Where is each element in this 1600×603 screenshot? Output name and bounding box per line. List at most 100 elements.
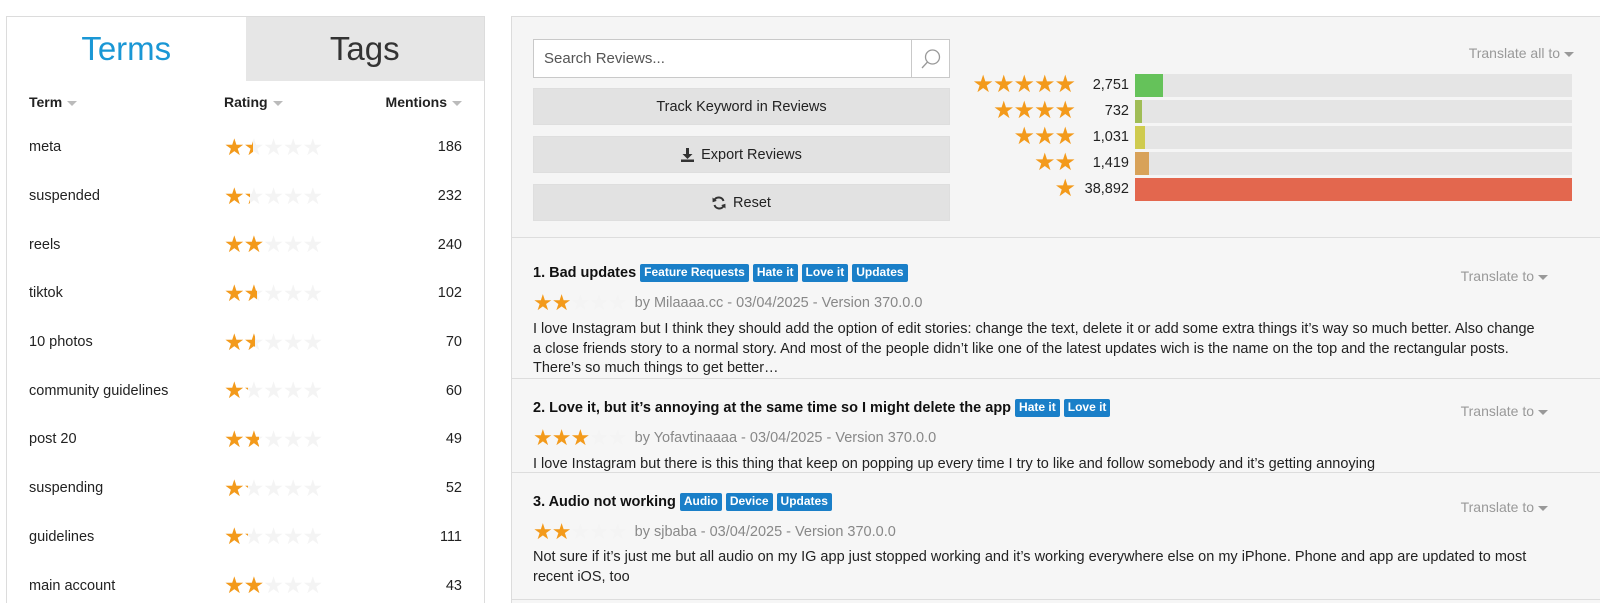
review-title: 2. Love it, but it’s annoying at the sam… bbox=[533, 399, 1012, 416]
review-tag[interactable]: Feature Requests bbox=[640, 264, 749, 282]
review-tag[interactable]: Hate it bbox=[1015, 399, 1060, 417]
tab-tags[interactable]: Tags bbox=[245, 17, 484, 81]
term-name: tiktok bbox=[29, 285, 63, 302]
search-input[interactable] bbox=[534, 40, 911, 77]
search-icon bbox=[921, 48, 940, 68]
review-item: 1. Bad updates Feature Requests Hate it Lov… bbox=[512, 238, 1600, 379]
rating-stars-icon: ★★★★★★★★★★ bbox=[224, 572, 323, 599]
term-row[interactable]: 10 photos ★★★★★★★★★★ 70 bbox=[7, 318, 484, 367]
translate-dropdown[interactable]: Translate to bbox=[1461, 403, 1548, 419]
term-row[interactable]: community guidelines ★★★★★★★★★★ 60 bbox=[7, 366, 484, 415]
translate-dropdown[interactable]: Translate to bbox=[1461, 268, 1548, 284]
term-rating: ★★★★★★★★★★ bbox=[224, 233, 364, 256]
term-name: guidelines bbox=[29, 528, 95, 545]
translate-label: Translate to bbox=[1460, 268, 1534, 284]
term-mentions: 102 bbox=[437, 285, 462, 302]
distribution-bar-fill bbox=[1135, 151, 1150, 175]
translate-all-dropdown[interactable]: Translate all to bbox=[1469, 45, 1574, 61]
rating-stars-icon: ★★★★★★★★★★ bbox=[224, 425, 323, 452]
review-tag[interactable]: Updates bbox=[852, 264, 908, 282]
reviews-controls: Track Keyword in Reviews Export Reviews bbox=[512, 17, 1600, 238]
term-row[interactable]: reels ★★★★★★★★★★ 240 bbox=[7, 220, 484, 269]
track-keyword-button[interactable]: Track Keyword in Reviews bbox=[533, 88, 950, 125]
review-author-date: by sjbaba - 03/04/2025 - Version 370.0.0 bbox=[634, 524, 896, 540]
term-rating: ★★★★★★★★★★ bbox=[224, 330, 364, 354]
rating-stars-icon: ★★★★★★★★★★ bbox=[224, 377, 323, 404]
term-row[interactable]: suspending ★★★★★★★★★★ 52 bbox=[7, 464, 484, 513]
distribution-count: 38,892 bbox=[1084, 181, 1129, 197]
rating-stars-icon: ★★★★★★★★★★ bbox=[224, 231, 323, 258]
chevron-down-icon bbox=[1538, 274, 1548, 280]
translate-dropdown[interactable]: Translate to bbox=[1461, 499, 1548, 515]
review-tag[interactable]: Audio bbox=[679, 493, 722, 511]
reset-button[interactable]: Reset bbox=[533, 184, 950, 221]
term-row[interactable]: tiktok ★★★★★★★★★★ 102 bbox=[7, 269, 484, 318]
chevron-down-icon bbox=[1538, 505, 1548, 511]
translate-all-label: Translate all to bbox=[1468, 45, 1560, 61]
review-tag[interactable]: Love it bbox=[1063, 399, 1111, 417]
terms-table-body: meta ★★★★★★★★★★ 186 suspended ★★★★★★★★★★ 232 r… bbox=[7, 123, 484, 603]
review-title-row: 1. Bad updates Feature Requests Hate it Lov… bbox=[533, 264, 912, 282]
reviews-panel: Track Keyword in Reviews Export Reviews bbox=[511, 16, 1600, 603]
rating-stars-icon: ★★★★★★★★★★ bbox=[224, 182, 323, 209]
distribution-bar[interactable] bbox=[1135, 151, 1572, 175]
star-level-icon: ★★★★★ bbox=[972, 71, 1076, 98]
distribution-bar[interactable] bbox=[1135, 73, 1572, 97]
rating-stars-icon: ★★★★★★★★★★ bbox=[224, 133, 323, 160]
star-level-icon: ★★★★ bbox=[992, 97, 1076, 124]
tab-terms[interactable]: Terms bbox=[7, 17, 246, 81]
rating-stars-icon: ★★★★★★★★★★ bbox=[224, 474, 323, 501]
search-box bbox=[533, 39, 950, 78]
term-row[interactable]: suspended ★★★★★★★★★★ 232 bbox=[7, 172, 484, 221]
track-keyword-label: Track Keyword in Reviews bbox=[656, 98, 827, 115]
sort-by-mentions[interactable]: Mentions bbox=[364, 94, 462, 110]
term-name: suspended bbox=[29, 188, 100, 205]
review-tag[interactable]: Love it bbox=[801, 264, 849, 282]
term-row[interactable]: main account ★★★★★★★★★★ 43 bbox=[7, 561, 484, 603]
distribution-bar-fill bbox=[1135, 125, 1146, 149]
review-tag[interactable]: Device bbox=[725, 493, 773, 511]
term-row[interactable]: guidelines ★★★★★★★★★★ 111 bbox=[7, 513, 484, 562]
term-mentions: 240 bbox=[437, 236, 462, 253]
term-mentions: 70 bbox=[445, 334, 462, 351]
distribution-bar[interactable] bbox=[1135, 177, 1572, 201]
star-level-icon: ★ bbox=[1054, 175, 1076, 202]
distribution-bar[interactable] bbox=[1135, 99, 1572, 123]
term-mentions: 232 bbox=[437, 188, 462, 205]
export-reviews-button[interactable]: Export Reviews bbox=[533, 136, 950, 173]
translate-label: Translate to bbox=[1460, 403, 1534, 419]
review-tag[interactable]: Hate it bbox=[752, 264, 798, 282]
distribution-bar[interactable] bbox=[1135, 125, 1572, 149]
term-rating: ★★★★★★★★★★ bbox=[224, 133, 364, 160]
review-author-date: by Yofavtinaaaa - 03/04/2025 - Version 3… bbox=[634, 430, 937, 446]
review-meta: ★★★★★★★★★★ by sjbaba - 03/04/2025 - Versi… bbox=[533, 521, 896, 543]
review-tag[interactable]: Updates bbox=[776, 493, 832, 511]
review-meta: ★★★★★★★★★★ by Milaaaa.cc - 03/04/2025 - V… bbox=[533, 292, 922, 314]
term-row[interactable]: meta ★★★★★★★★★★ 186 bbox=[7, 123, 484, 172]
terms-table-header: Term Rating Mentions bbox=[7, 81, 484, 123]
sort-by-rating[interactable]: Rating bbox=[224, 94, 364, 110]
distribution-count: 732 bbox=[1104, 103, 1129, 119]
term-mentions: 52 bbox=[445, 480, 462, 497]
sort-by-term[interactable]: Term bbox=[29, 94, 224, 110]
review-author-date: by Milaaaa.cc - 03/04/2025 - Version 370… bbox=[634, 295, 923, 311]
term-mentions: 49 bbox=[445, 431, 462, 448]
review-stars-icon: ★★★★★★★★★★ bbox=[533, 519, 628, 544]
export-reviews-label: Export Reviews bbox=[701, 146, 802, 163]
reset-label: Reset bbox=[733, 194, 771, 211]
term-name: 10 photos bbox=[29, 334, 93, 351]
review-tags: Feature Requests Hate it Love it Updates bbox=[640, 264, 911, 282]
term-name: meta bbox=[29, 139, 62, 156]
search-button[interactable] bbox=[911, 40, 949, 77]
distribution-row: ★★ 1,419 bbox=[960, 150, 1600, 176]
term-rating: ★★★★★★★★★★ bbox=[224, 281, 364, 305]
distribution-count: 2,751 bbox=[1092, 77, 1129, 93]
review-title: 1. Bad updates bbox=[533, 264, 637, 281]
review-tags: Audio Device Updates bbox=[679, 493, 836, 511]
review-title-row: 2. Love it, but it’s annoying at the sam… bbox=[533, 399, 1114, 417]
term-row[interactable]: post 20 ★★★★★★★★★★ 49 bbox=[7, 415, 484, 464]
download-icon bbox=[681, 147, 695, 162]
distribution-row: ★★★ 1,031 bbox=[960, 124, 1600, 150]
chevron-down-icon bbox=[1564, 51, 1574, 57]
term-mentions: 111 bbox=[439, 528, 462, 545]
